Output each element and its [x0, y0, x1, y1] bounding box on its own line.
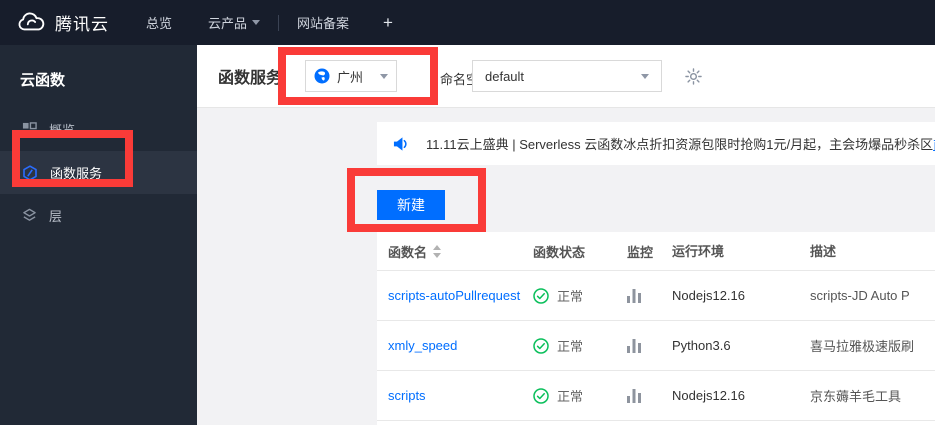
nav-item-overview[interactable]: 总览	[128, 0, 190, 45]
nav-overview-label: 总览	[146, 16, 173, 31]
function-table: 函数名 函数状态 监控 运行环境 描述 scripts-autoPullrequ…	[377, 232, 935, 425]
annotation-box-region	[278, 47, 438, 105]
sidebar: 云函数 概览 函数服务 层	[0, 45, 197, 425]
runtime-text: Nodejs12.16	[672, 287, 745, 303]
brand-logo[interactable]: 腾讯云	[0, 10, 128, 35]
runtime-text: Nodejs12.16	[672, 387, 745, 403]
nav-icp-filing-label: 网站备案	[297, 16, 350, 31]
function-name-link[interactable]: xmly_speed	[388, 338, 457, 353]
namespace-value: default	[485, 68, 525, 84]
function-name-link[interactable]: scripts-autoPullrequest	[388, 288, 520, 303]
status-ok-icon	[533, 337, 549, 354]
monitor-chart-icon[interactable]	[627, 388, 642, 403]
table-row: scripts-autoPullrequest 正常 Nodejs12.16 s…	[377, 270, 935, 320]
status-text: 正常	[557, 339, 584, 354]
add-tab-button[interactable]: +	[367, 13, 409, 33]
cloud-logo-icon	[16, 12, 46, 34]
sidebar-title: 云函数	[20, 72, 66, 89]
sidebar-item-label: 层	[49, 209, 63, 224]
runtime-text: Python3.6	[672, 337, 731, 353]
description-text: scripts-JD Auto P	[810, 287, 910, 303]
status-ok-icon	[533, 287, 549, 304]
function-name-link[interactable]: scripts	[388, 388, 426, 403]
col-header-name[interactable]: 函数名	[388, 242, 427, 261]
description-text: 京东薅羊毛工具	[810, 388, 902, 404]
topbar: 腾讯云 总览 云产品 网站备案 +	[0, 0, 935, 45]
topbar-nav: 总览 云产品 网站备案 +	[128, 0, 409, 45]
col-header-runtime: 运行环境	[672, 244, 725, 259]
monitor-chart-icon[interactable]	[627, 288, 642, 303]
status-text: 正常	[557, 389, 584, 404]
nav-cloud-products-label: 云产品	[208, 16, 248, 31]
col-header-monitor: 监控	[627, 244, 654, 260]
sidebar-item-layers[interactable]: 层	[0, 194, 197, 237]
col-header-status: 函数状态	[533, 244, 586, 260]
gear-icon[interactable]	[685, 68, 702, 85]
chevron-down-icon	[641, 73, 649, 79]
table-row-partial	[377, 420, 935, 425]
status-ok-icon	[533, 387, 549, 404]
layers-icon	[22, 208, 37, 223]
banner-text: 11.11云上盛典 | Serverless 云函数冰点折扣资源包限时抢购1元/…	[426, 137, 934, 152]
description-text: 喜马拉雅极速版刷	[810, 338, 915, 354]
annotation-box-create-button	[347, 168, 486, 232]
chevron-down-icon	[252, 20, 261, 25]
table-row: scripts 正常 Nodejs12.16 京东薅羊毛工具	[377, 370, 935, 420]
namespace-selector[interactable]: default	[472, 60, 662, 92]
annotation-box-function-service	[12, 130, 133, 187]
page-title: 函数服务	[218, 70, 283, 87]
nav-item-cloud-products[interactable]: 云产品	[190, 0, 278, 45]
col-header-desc: 描述	[810, 244, 837, 259]
brand-name: 腾讯云	[55, 15, 109, 34]
monitor-chart-icon[interactable]	[627, 338, 642, 353]
status-text: 正常	[557, 289, 584, 304]
megaphone-icon	[393, 136, 410, 152]
app-window: 腾讯云 总览 云产品 网站备案 + 云函数 概览 函数服务 层 函数服务 广州 …	[0, 0, 935, 425]
nav-item-icp-filing[interactable]: 网站备案	[279, 0, 367, 45]
sort-icon[interactable]	[433, 244, 442, 258]
table-row: xmly_speed 正常 Python3.6 喜马拉雅极速版刷	[377, 320, 935, 370]
promo-banner: 11.11云上盛典 | Serverless 云函数冰点折扣资源包限时抢购1元/…	[377, 122, 935, 165]
table-header-row: 函数名 函数状态 监控 运行环境 描述	[377, 232, 935, 270]
